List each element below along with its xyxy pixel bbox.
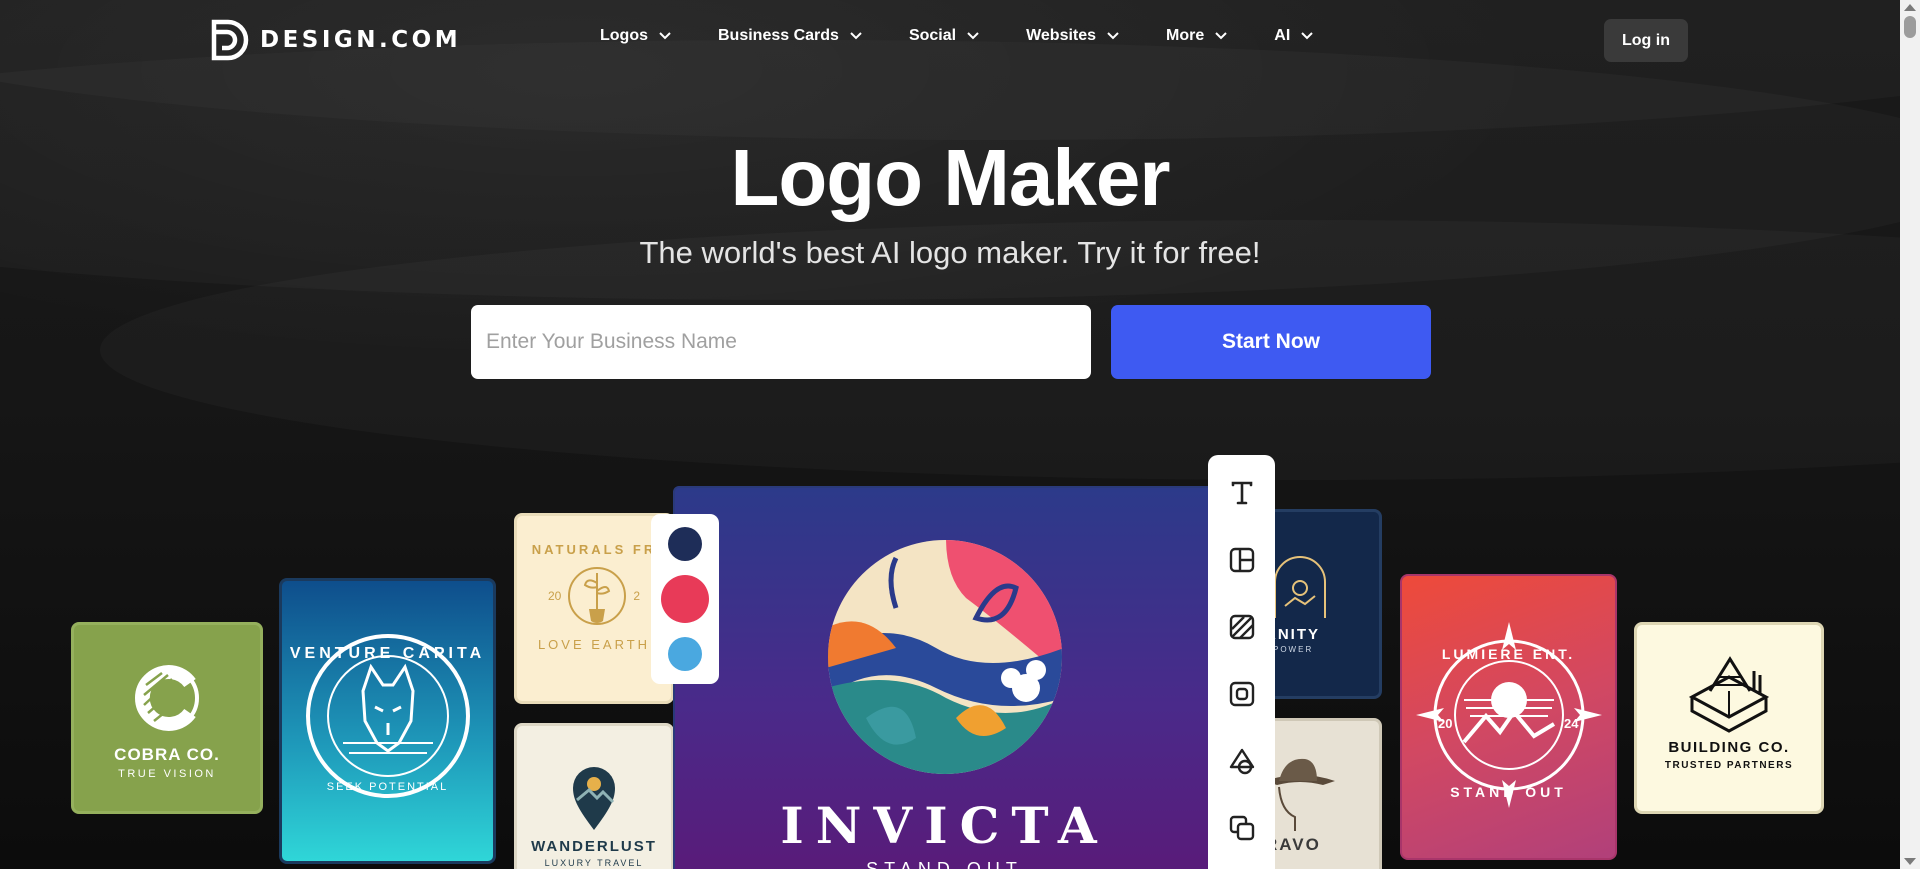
cobra-logo-icon [135,665,199,731]
logo-card-eternity[interactable]: RNITY POWER [1262,509,1382,699]
layers-tool-icon[interactable] [1226,812,1258,844]
nav-item-more[interactable]: More [1166,27,1228,45]
card-tagline: STAND OUT [1450,784,1567,800]
card-brand-name: WANDERLUST [531,838,657,855]
card-brand-name: COBRA CO. [114,745,220,764]
house-isometric-icon [1688,656,1770,733]
business-name-input[interactable] [471,305,1091,379]
start-now-button[interactable]: Start Now [1111,305,1431,379]
card-year: 20 [1438,716,1453,731]
card-brand-name: NATURALS FR [531,542,657,557]
location-pin-icon [573,767,615,830]
page-title: Logo Maker [730,133,1171,222]
nav-item-ai[interactable]: AI [1274,27,1314,45]
nav-item-websites[interactable]: Websites [1026,27,1120,45]
chevron-down-icon [1301,32,1313,40]
text-tool-icon[interactable] [1226,477,1258,509]
color-swatch-navy[interactable] [668,527,702,561]
card-tagline: TRUE VISION [118,768,216,780]
layout-tool-icon[interactable] [1226,544,1258,576]
nav-label: AI [1274,27,1291,44]
nav-label: Logos [600,27,648,44]
logo-card-building[interactable]: BUILDING CO. TRUSTED PARTNERS [1634,622,1824,814]
login-button[interactable]: Log in [1604,19,1688,62]
nav-label: Websites [1026,27,1097,44]
card-year: 2 [633,589,641,603]
main-nav: Logos Business Cards Social Websites Mor… [600,27,1360,45]
cowboy-portrait-icon [1265,758,1335,831]
card-tagline: POWER [1273,645,1314,654]
chevron-down-icon [1107,32,1119,40]
logo-card-bravo[interactable]: RAVO [1262,718,1382,869]
nature-circle-emblem-icon [827,540,1062,774]
color-swatch-blue[interactable] [668,637,702,671]
brand-name: DESIGN.COM [260,27,462,53]
scrollbar-thumb[interactable] [1904,16,1916,38]
frame-tool-icon[interactable] [1226,678,1258,710]
nav-item-logos[interactable]: Logos [600,27,672,45]
scroll-down-arrow-icon[interactable] [1904,858,1916,865]
card-brand-name: VENTURE CAPITA [289,645,486,662]
card-tagline: STAND OUT [866,859,1023,869]
card-brand-name: INVICTA [780,796,1109,855]
nav-item-business-cards[interactable]: Business Cards [718,27,863,45]
pattern-tool-icon[interactable] [1226,611,1258,643]
page-scrollbar[interactable] [1900,0,1920,869]
chevron-down-icon [1215,32,1227,40]
logo-card-cobra[interactable]: COBRA CO. TRUE VISION [71,622,263,814]
naturals-emblem: 20 2 [548,561,640,631]
site-header: DESIGN.COM Logos Business Cards Social W… [0,0,1900,80]
brand-logo[interactable]: DESIGN.COM [210,18,461,62]
shovel-plant-icon [568,567,627,625]
chevron-down-icon [659,32,671,40]
card-tagline: LUXURY TRAVEL [544,858,644,868]
card-brand-name: LUMIERE ENT. [1441,646,1576,662]
nav-label: More [1166,27,1205,44]
card-brand-name: BUILDING CO. [1668,739,1790,756]
featured-logo-card[interactable]: INVICTA STAND OUT [673,486,1216,869]
logo-card-lumiere[interactable]: LUMIERE ENT. 20 24 STAND OUT [1400,574,1617,860]
arch-moon-icon [1274,556,1326,618]
nav-item-social[interactable]: Social [909,27,980,45]
logo-card-wanderlust[interactable]: WANDERLUST LUXURY TRAVEL [514,723,674,869]
color-palette [651,514,719,684]
nav-label: Social [908,27,957,44]
chevron-down-icon [850,32,862,40]
logo-card-naturals[interactable]: NATURALS FR 20 2 LOVE EARTH [514,513,674,704]
color-swatch-pink[interactable] [661,575,709,623]
editor-toolbar [1208,455,1275,869]
scroll-up-arrow-icon[interactable] [1904,4,1916,11]
card-tagline: SEEK POTENTIAL [326,781,449,793]
logo-card-venture[interactable]: VENTURE CAPITA SEEK POTENTIAL [279,578,496,864]
nav-label: Business Cards [718,27,839,44]
card-tagline: LOVE EARTH [537,637,651,652]
card-year: 20 [547,589,562,603]
design-logo-icon [211,19,249,61]
chevron-down-icon [967,32,979,40]
card-year: 24 [1564,716,1579,731]
card-tagline: TRUSTED PARTNERS [1664,760,1794,771]
page-subtitle: The world's best AI logo maker. Try it f… [639,235,1261,270]
shape-tool-icon[interactable] [1226,745,1258,777]
